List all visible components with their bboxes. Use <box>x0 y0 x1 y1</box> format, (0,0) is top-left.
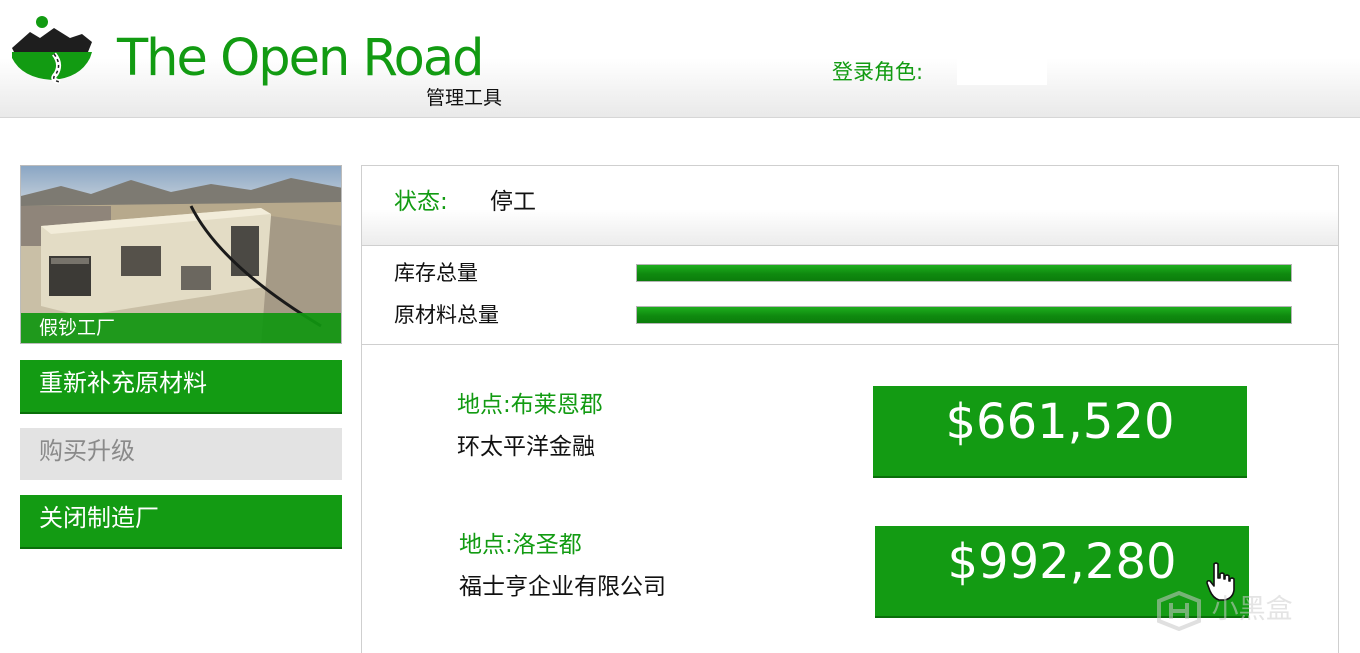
stock-gauge-fill <box>637 265 1291 281</box>
supply-gauge-label: 原材料总量 <box>394 303 499 327</box>
app-header: The Open Road 管理工具 登录角色: <box>0 0 1360 118</box>
business-panel: 状态: 停工 库存总量 原材料总量 地点:布莱恩郡 环太平洋金融 $661,52… <box>361 165 1339 653</box>
business-thumbnail: 假钞工厂 <box>20 165 342 344</box>
supply-gauge-fill <box>637 307 1291 323</box>
supply-gauge-bar <box>636 306 1292 324</box>
sale-location: 地点:布莱恩郡 <box>457 392 603 418</box>
status-value: 停工 <box>490 189 536 215</box>
sell-stock-button[interactable]: $661,520 <box>873 386 1247 476</box>
road-mountain-logo-icon <box>10 14 94 85</box>
heybox-watermark: 小黑盒 <box>1155 590 1293 634</box>
watermark-text: 小黑盒 <box>1211 594 1293 625</box>
sale-buyer: 福士亨企业有限公司 <box>459 574 666 600</box>
sale-buyer: 环太平洋金融 <box>457 434 595 460</box>
resupply-button[interactable]: 重新补充原材料 <box>20 360 342 412</box>
stock-gauge-label: 库存总量 <box>394 261 478 285</box>
shutdown-factory-button[interactable]: 关闭制造厂 <box>20 495 342 547</box>
login-label: 登录角色: <box>832 60 924 84</box>
status-label: 状态: <box>394 189 448 215</box>
inventory-gauges: 库存总量 原材料总量 <box>362 247 1338 345</box>
buy-upgrades-button[interactable]: 购买升级 <box>20 428 342 480</box>
heybox-logo-icon <box>1157 590 1201 631</box>
business-name: 假钞工厂 <box>21 313 341 343</box>
brand-title: The Open Road <box>117 29 484 88</box>
stock-gauge-bar <box>636 264 1292 282</box>
brand-subtitle: 管理工具 <box>426 87 503 109</box>
status-row: 状态: 停工 <box>362 166 1338 246</box>
sale-location: 地点:洛圣都 <box>459 532 582 558</box>
login-value <box>957 59 1047 85</box>
